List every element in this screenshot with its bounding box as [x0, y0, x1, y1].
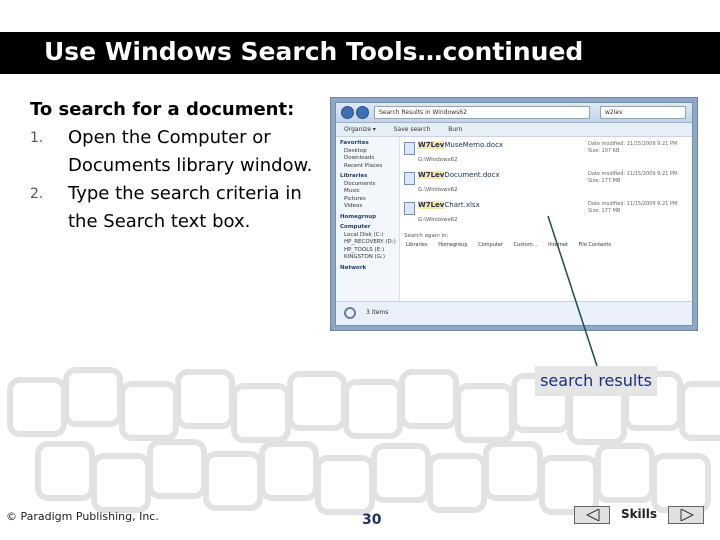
copyright: © Paradigm Publishing, Inc.	[6, 510, 159, 523]
nav-item[interactable]: Libraries	[336, 173, 399, 181]
nav-item[interactable]: Computer	[336, 224, 399, 232]
next-button[interactable]	[668, 506, 704, 524]
search-again-internet[interactable]: Internet	[548, 242, 568, 248]
explorer-toolbar: Organize ▾ Save search Burn	[336, 123, 692, 137]
result-name: W7LevDocument.docx	[418, 171, 500, 179]
nav-item[interactable]: Videos	[336, 203, 399, 211]
nav-item[interactable]: Favorites	[336, 140, 399, 148]
instructions-heading: To search for a document:	[30, 99, 295, 120]
result-meta: Date modified: 11/15/2009 9:21 PM Size: 1…	[588, 171, 678, 184]
step-number: 2.	[30, 186, 44, 202]
result-name: W7LevChart.xlsx	[418, 201, 480, 209]
nav-item[interactable]: Desktop	[336, 148, 399, 156]
result-item[interactable]: W7LevMuseMemo.docx G:\Windows62 Date mod…	[402, 139, 688, 169]
step-2: 2. Type the search criteria in the Searc…	[30, 180, 320, 236]
search-again-custom[interactable]: Custom...	[514, 242, 538, 248]
step-1: 1. Open the Computer or Documents librar…	[30, 124, 320, 180]
search-again-homegroup[interactable]: Homegroup	[438, 242, 467, 248]
nav-item[interactable]: Recent Places	[336, 163, 399, 171]
result-meta: Date modified: 11/15/2009 9:21 PM Size: 1…	[588, 141, 678, 154]
step-number: 1.	[30, 130, 44, 146]
nav-item[interactable]: HP_TOOLS (E:)	[336, 247, 399, 255]
document-icon	[404, 142, 415, 155]
result-path: G:\Windows62	[418, 157, 458, 163]
status-bar: 3 items	[336, 301, 692, 325]
nav-item[interactable]: Pictures	[336, 196, 399, 204]
previous-button[interactable]	[574, 506, 610, 524]
page-number: 30	[362, 512, 382, 528]
save-search-button[interactable]: Save search	[394, 126, 431, 133]
search-again-label: Search again in:	[404, 233, 449, 239]
organize-button[interactable]: Organize ▾	[344, 126, 376, 133]
burn-button[interactable]: Burn	[448, 126, 462, 133]
step-text: Type the search criteria in the Search t…	[68, 183, 302, 232]
nav-item[interactable]: Downloads	[336, 155, 399, 163]
skills-label[interactable]: Skills	[614, 507, 664, 523]
search-again-libraries[interactable]: Libraries	[406, 242, 428, 248]
search-again-computer[interactable]: Computer	[478, 242, 503, 248]
search-icon	[344, 307, 356, 319]
title-bar: Use Windows Search Tools…continued	[0, 32, 720, 74]
back-icon[interactable]	[341, 106, 354, 119]
navigation-pane: Favorites Desktop Downloads Recent Places Li…	[336, 137, 400, 301]
address-bar: Search Results in Windows62 w2lev	[336, 103, 692, 123]
nav-item[interactable]: Homegroup	[336, 214, 399, 222]
search-results: W7LevMuseMemo.docx G:\Windows62 Date mod…	[402, 139, 688, 301]
skills-nav: Skills	[574, 506, 704, 524]
arrow-left-icon	[586, 509, 600, 521]
result-item[interactable]: W7LevDocument.docx G:\Windows62 Date mod…	[402, 169, 688, 199]
explorer-screenshot: Search Results in Windows62 w2lev Organi…	[330, 97, 698, 331]
result-name: W7LevMuseMemo.docx	[418, 141, 504, 149]
callout-search-results: search results	[535, 366, 657, 396]
nav-item[interactable]: HP_RECOVERY (D:)	[336, 239, 399, 247]
nav-item[interactable]: Network	[336, 265, 399, 273]
item-count: 3 items	[366, 309, 389, 316]
top-strip	[0, 0, 720, 32]
nav-item[interactable]: Local Disk (C:)	[336, 232, 399, 240]
forward-icon[interactable]	[356, 106, 369, 119]
result-path: G:\Windows62	[418, 217, 458, 223]
document-icon	[404, 172, 415, 185]
nav-item[interactable]: Documents	[336, 181, 399, 189]
spreadsheet-icon	[404, 202, 415, 215]
explorer-window: Search Results in Windows62 w2lev Organi…	[335, 102, 693, 326]
nav-item[interactable]: Music	[336, 188, 399, 196]
result-item[interactable]: W7LevChart.xlsx G:\Windows62 Date modifi…	[402, 199, 688, 229]
address-path[interactable]: Search Results in Windows62	[374, 106, 590, 119]
result-meta: Date modified: 11/15/2009 9:21 PM Size: 1…	[588, 201, 678, 214]
result-path: G:\Windows62	[418, 187, 458, 193]
search-again-file-contents[interactable]: File Contents	[579, 242, 611, 248]
search-again-options: Libraries Homegroup Computer Custom... I…	[402, 242, 688, 248]
arrow-right-icon	[680, 509, 694, 521]
instructions: To search for a document: 1. Open the Co…	[30, 96, 320, 236]
step-text: Open the Computer or Documents library w…	[68, 127, 313, 176]
search-input[interactable]: w2lev	[600, 106, 686, 119]
slide-title: Use Windows Search Tools…continued	[44, 37, 584, 66]
nav-item[interactable]: KINGSTON (G:)	[336, 254, 399, 262]
